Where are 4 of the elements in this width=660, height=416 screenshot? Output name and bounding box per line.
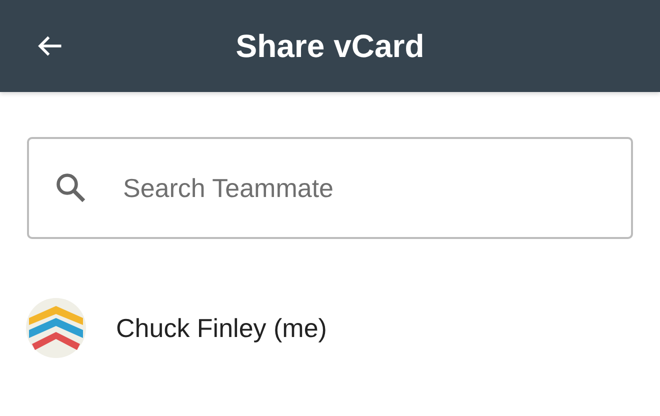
teammate-name[interactable]: Chuck Finley (me) <box>116 312 327 344</box>
avatar-logo-icon <box>26 298 86 358</box>
screen-title: Share vCard <box>236 28 424 64</box>
search-field[interactable]: Search Teammate <box>27 137 633 239</box>
